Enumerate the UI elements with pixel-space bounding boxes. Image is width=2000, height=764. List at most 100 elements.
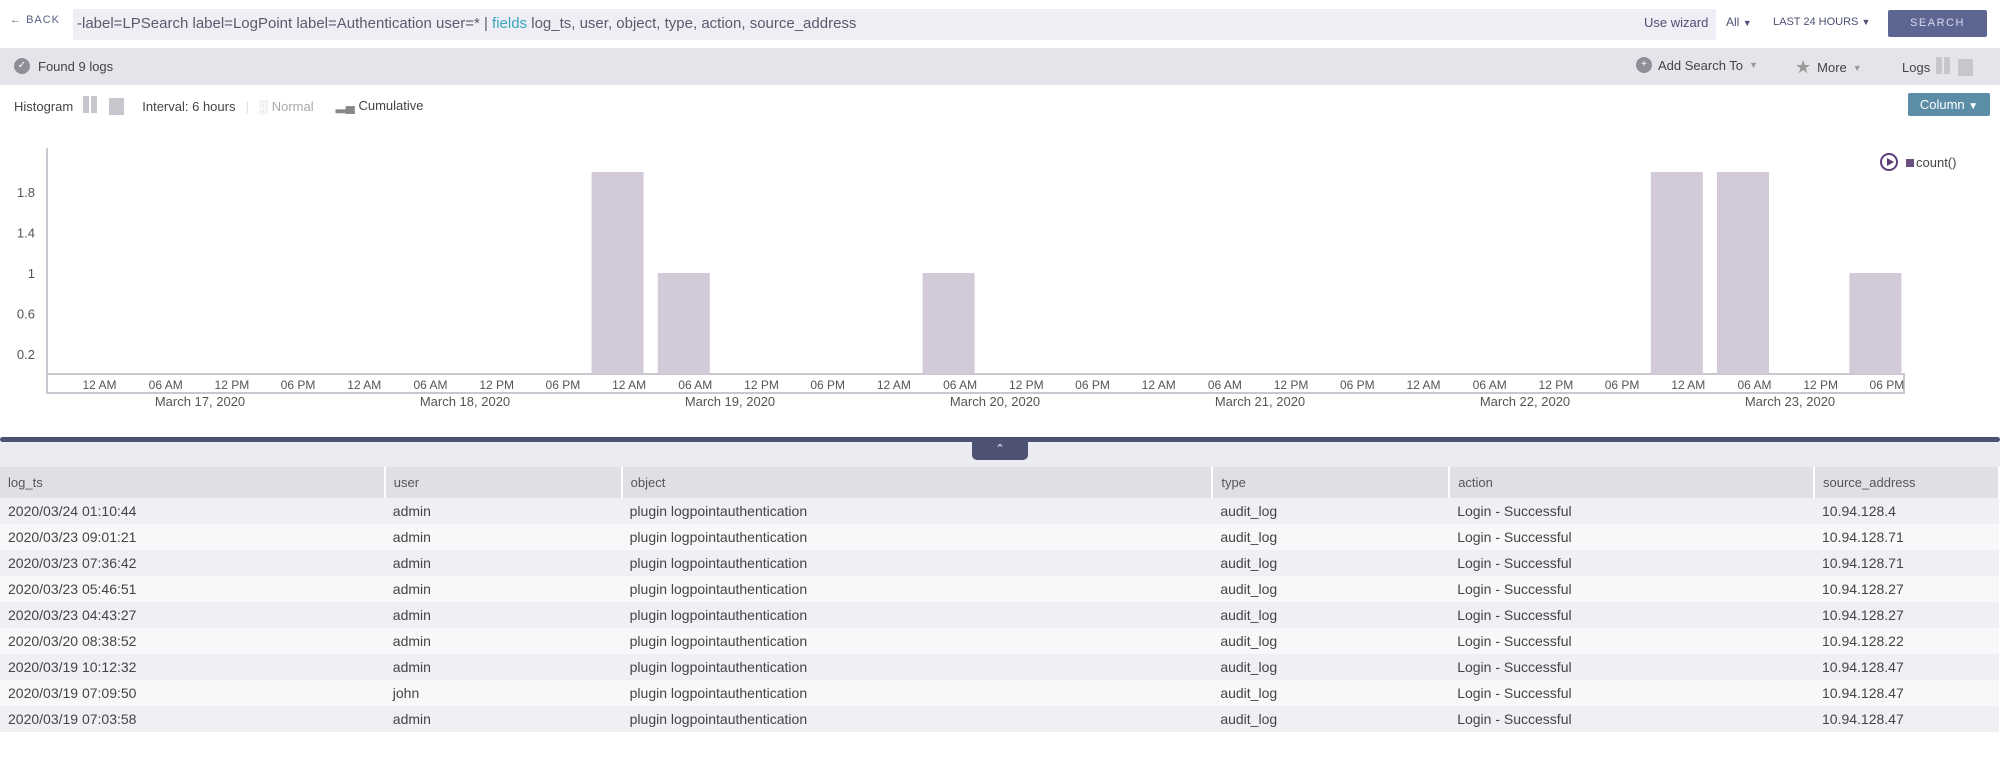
time-range-value: LAST 24 HOURS [1773,16,1859,28]
x-tick-label: 12 AM [1671,378,1705,392]
use-wizard-link[interactable]: Use wizard [1644,15,1708,30]
cell-action: Login - Successful [1449,706,1814,732]
found-count: ✓ Found 9 logs [14,58,113,74]
cell-object: plugin logpointauthentication [621,654,1213,680]
play-icon[interactable] [1880,153,1898,171]
column-header-type[interactable]: type [1212,467,1451,498]
single-view-icon[interactable] [109,97,125,115]
legend-label: count() [1916,154,1957,170]
chart-type-dropdown[interactable]: Column ▼ [1908,93,1990,116]
cell-source-address: 10.94.128.27 [1814,576,1999,602]
table-row[interactable]: 2020/03/24 01:10:44 admin plugin logpointa… [0,498,1999,524]
cell-source-address: 10.94.128.71 [1814,550,1999,576]
x-date-label: March 22, 2020 [1480,394,1570,409]
x-tick-label: 12 PM [215,378,250,392]
split-view-icon[interactable] [83,96,99,116]
table-row[interactable]: 2020/03/23 07:36:42 admin plugin logpointa… [0,550,1999,576]
x-date-label: March 18, 2020 [420,394,510,409]
table-row[interactable]: 2020/03/19 07:03:58 admin plugin logpointa… [0,706,1999,732]
time-range-select[interactable]: LAST 24 HOURS ▼ [1773,16,1870,28]
double-chevron-up-icon: ⌃ [995,443,1005,455]
y-tick-label: 1 [28,266,35,281]
x-tick-label: 12 PM [479,378,514,392]
cell-source-address: 10.94.128.47 [1814,706,1999,732]
table-row[interactable]: 2020/03/19 07:09:50 john plugin logpointau… [0,680,1999,706]
x-tick-label: 06 AM [1473,378,1507,392]
cell-user: admin [384,498,622,524]
cell-source-address: 10.94.128.27 [1814,602,1999,628]
check-circle-icon: ✓ [14,58,30,74]
histogram-chart: 0.2 0.6 1 1.4 1.8 12 AM 06 AM 12 PM 06 PM 12 AM 06… [17,148,1905,409]
cell-source-address: 10.94.128.47 [1814,654,1999,680]
column-header-object[interactable]: object [621,467,1214,498]
repo-select-value: All [1726,15,1740,29]
column-header-user[interactable]: user [384,467,623,498]
normal-label: Normal [271,98,314,114]
cell-source-address: 10.94.128.4 [1814,498,1999,524]
table-row[interactable]: 2020/03/23 04:43:27 admin plugin logpointa… [0,602,1999,628]
y-tick-label: 1.8 [17,185,35,200]
cell-log-ts: 2020/03/23 09:01:21 [0,524,385,550]
cell-user: admin [384,550,622,576]
bar-chart-icon: ░ [258,98,269,114]
cell-action: Login - Successful [1449,498,1814,524]
x-tick-label: 06 AM [149,378,183,392]
x-tick-label: 12 PM [1009,378,1044,392]
legend-item[interactable]: count() [1906,155,1956,170]
x-tick-label: 12 AM [1406,378,1440,392]
cell-log-ts: 2020/03/19 07:09:50 [0,680,385,706]
column-header-action[interactable]: action [1449,467,1815,498]
cell-source-address: 10.94.128.22 [1814,628,1999,654]
histogram-toolbar: Histogram Interval: 6 hours | ░ Normal ▂… [14,96,423,116]
x-tick-label: 12 PM [1539,378,1574,392]
normal-mode-button[interactable]: ░ Normal [259,99,314,114]
arrow-left-icon: ← [10,14,22,26]
cell-type: audit_log [1212,524,1450,550]
table-header-row: log_ts user object type action source_address [0,467,2000,498]
ascending-bars-icon: ▂▄ [335,98,355,113]
y-tick-label: 0.2 [17,347,35,362]
x-tick-label: 06 AM [678,378,712,392]
table-row[interactable]: 2020/03/19 10:12:32 admin plugin logpointa… [0,654,1999,680]
back-button[interactable]: ← BACK [10,14,60,26]
table-row[interactable]: 2020/03/23 09:01:21 admin plugin logpointa… [0,524,1999,550]
cell-log-ts: 2020/03/23 07:36:42 [0,550,385,576]
cell-action: Login - Successful [1449,628,1814,654]
cell-action: Login - Successful [1449,524,1814,550]
cumulative-label: Cumulative [358,98,424,113]
table-row[interactable]: 2020/03/20 08:38:52 admin plugin logpointa… [0,628,1999,654]
x-tick-label: 06 PM [1605,378,1640,392]
x-tick-label: 06 PM [810,378,845,392]
interval-select[interactable]: Interval: 6 hours [142,99,235,114]
more-dropdown[interactable]: ★ More ▼ [1795,57,1862,78]
cell-type: audit_log [1212,602,1450,628]
more-label: More [1817,60,1847,75]
x-tick-label: 06 PM [281,378,316,392]
plus-circle-icon: + [1636,57,1652,73]
cell-action: Login - Successful [1449,654,1814,680]
bar [1717,172,1769,374]
cell-type: audit_log [1212,550,1450,576]
cell-user: admin [384,602,622,628]
x-tick-label: 12 PM [1803,378,1838,392]
cell-type: audit_log [1212,654,1450,680]
caret-down-icon: ▼ [1852,62,1862,73]
column-header-log-ts[interactable]: log_ts [0,467,386,498]
query-input[interactable]: -label=LPSearch label=LogPoint label=Aut… [73,9,1716,40]
cell-user: admin [384,654,622,680]
single-view-icon[interactable] [1958,58,1974,76]
chart-legend: count() [1880,153,1956,171]
split-view-icon[interactable] [1936,57,1952,77]
table-row[interactable]: 2020/03/23 05:46:51 admin plugin logpointa… [0,576,1999,602]
legend-swatch [1906,158,1914,167]
repo-select[interactable]: All ▼ [1726,15,1752,29]
query-keyword: fields [492,15,528,32]
caret-down-icon: ▼ [1861,17,1871,27]
cumulative-mode-button[interactable]: ▂▄ Cumulative [336,98,424,114]
column-header-source-address[interactable]: source_address [1814,467,2000,498]
collapse-handle[interactable]: ⌃ [972,440,1028,460]
logs-label: Logs [1902,59,1931,75]
search-button[interactable]: SEARCH [1888,10,1987,37]
bar [657,273,710,374]
add-search-to-dropdown[interactable]: + Add Search To ▼ [1636,57,1758,73]
